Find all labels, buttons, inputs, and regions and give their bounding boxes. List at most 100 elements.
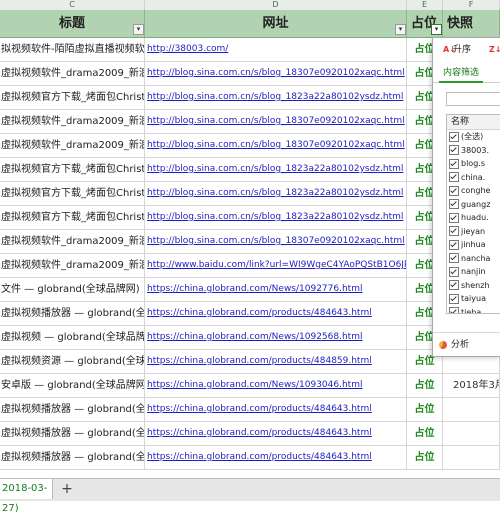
url-cell[interactable]: http://blog.sina.com.cn/s/blog_18307e092… [145, 110, 407, 133]
checkbox-checked-icon[interactable] [449, 307, 459, 313]
filter-list-item[interactable]: blog.s [447, 157, 500, 171]
column-letter-c[interactable]: C [0, 0, 145, 10]
title-cell[interactable]: 虚拟视频软件_drama2009_新浪博客 [0, 110, 145, 133]
filter-list-item[interactable]: conghe [447, 184, 500, 198]
title-cell[interactable]: 虚拟视频软件_drama2009_新浪博客 [0, 230, 145, 253]
filter-item-label: guangz [461, 199, 491, 209]
url-cell[interactable]: https://china.globrand.com/News/1092776.… [145, 278, 407, 301]
table-row: 虚拟视频资源 — globrand(全球品牌网)https://china.gl… [0, 350, 500, 374]
column-letter-d[interactable]: D [145, 0, 407, 10]
analyze-label: 分析 [451, 340, 470, 350]
checkbox-checked-icon[interactable] [449, 158, 459, 169]
title-cell[interactable]: 虚拟视频软件_drama2009_新浪博客 [0, 254, 145, 277]
filter-list-item[interactable]: 38003. [447, 144, 500, 158]
url-cell[interactable]: http://38003.com/ [145, 38, 407, 61]
sort-descending-button[interactable]: Z↓ [489, 42, 500, 58]
title-cell[interactable]: 虚拟视频官方下载_烤面包Christ2018 [0, 86, 145, 109]
filter-dropdown-button-url[interactable]: ▾ [395, 24, 406, 35]
header-occupied: 占位 ▾ [407, 10, 443, 37]
title-cell[interactable]: 虚拟视频播放器 — globrand(全球品牌网) [0, 302, 145, 325]
title-cell[interactable]: 虚拟视频官方下载_烤面包Christ2018 [0, 206, 145, 229]
checkbox-checked-icon[interactable] [449, 239, 459, 250]
snapshot-cell[interactable]: 2018年3月 [443, 374, 500, 397]
filter-list-item[interactable]: nancha [447, 252, 500, 266]
checkbox-checked-icon[interactable] [449, 293, 459, 304]
filter-list-item[interactable]: shenzh [447, 279, 500, 293]
filter-item-label: shenzh [461, 280, 490, 290]
url-cell[interactable]: https://china.globrand.com/products/4848… [145, 350, 407, 373]
url-cell[interactable]: http://blog.sina.com.cn/s/blog_1823a22a8… [145, 158, 407, 181]
filter-list-item[interactable]: guangz [447, 198, 500, 212]
title-cell[interactable]: 拟视频软件-陌陌虚拟直播视频软件-陌 [0, 38, 145, 61]
filter-search-input[interactable] [446, 92, 500, 106]
header-row: 标题 ▾ 网址 ▾ 占位 ▾ 快照 [0, 10, 500, 38]
url-cell[interactable]: https://china.globrand.com/products/4846… [145, 302, 407, 325]
title-cell[interactable]: 虚拟视频官方下载_烤面包Christ2018 [0, 182, 145, 205]
filter-list-item[interactable]: (全选) [447, 130, 500, 144]
url-cell[interactable]: http://blog.sina.com.cn/s/blog_1823a22a8… [145, 182, 407, 205]
filter-list-item[interactable]: china. [447, 171, 500, 185]
checkbox-checked-icon[interactable] [449, 212, 459, 223]
url-cell[interactable]: http://blog.sina.com.cn/s/blog_18307e092… [145, 134, 407, 157]
title-cell[interactable]: 虚拟视频软件_drama2009_新浪博客 [0, 62, 145, 85]
url-cell[interactable]: https://china.globrand.com/products/4846… [145, 398, 407, 421]
checkbox-checked-icon[interactable] [449, 172, 459, 182]
pie-chart-icon [439, 340, 447, 349]
url-cell[interactable]: http://blog.sina.com.cn/s/blog_18307e092… [145, 230, 407, 253]
checkbox-checked-icon[interactable] [449, 145, 459, 155]
title-cell[interactable]: 虚拟视频播放器 — globrand(全球品牌网) [0, 446, 145, 469]
filter-item-label: blog.s [461, 159, 485, 168]
occupied-cell[interactable]: 占位 [407, 446, 443, 469]
sheet-tab-current[interactable]: 2018-03-27) [0, 479, 53, 514]
checkbox-checked-icon[interactable] [449, 280, 459, 290]
url-cell[interactable]: https://china.globrand.com/products/4846… [145, 446, 407, 469]
url-cell[interactable]: http://www.baidu.com/link?url=WI9WgeC4YA… [145, 254, 407, 277]
occupied-cell[interactable]: 占位 [407, 422, 443, 445]
analyze-button[interactable]: 分析 [439, 338, 469, 352]
checkbox-checked-icon[interactable] [449, 185, 459, 196]
snapshot-cell[interactable] [443, 422, 500, 445]
column-letter-f[interactable]: F [443, 0, 500, 10]
filter-list-item[interactable]: huadu. [447, 211, 500, 225]
snapshot-cell[interactable] [443, 446, 500, 469]
checkbox-checked-icon[interactable] [449, 199, 459, 209]
url-cell[interactable]: http://blog.sina.com.cn/s/blog_18307e092… [145, 62, 407, 85]
checkbox-checked-icon[interactable] [449, 253, 459, 263]
filter-dropdown-button-occupied-active[interactable]: ▾ [431, 24, 442, 35]
checkbox-checked-icon[interactable] [449, 226, 459, 236]
sort-ascending-icon: A↓ [443, 44, 456, 54]
title-cell[interactable]: 虚拟视频软件_drama2009_新浪博客 [0, 134, 145, 157]
filter-list-item[interactable]: jinhua [447, 238, 500, 252]
header-snapshot-label: 快照 [447, 16, 474, 31]
url-cell[interactable]: https://china.globrand.com/News/1092568.… [145, 326, 407, 349]
filter-dropdown-button-title[interactable]: ▾ [133, 24, 144, 35]
title-cell[interactable]: 文件 — globrand(全球品牌网) [0, 278, 145, 301]
title-cell[interactable]: 虚拟视频播放器 — globrand(全球品牌网) [0, 398, 145, 421]
filter-list-item[interactable]: jieyan [447, 225, 500, 239]
checkbox-checked-icon[interactable] [449, 266, 459, 277]
url-cell[interactable]: https://china.globrand.com/News/1093046.… [145, 374, 407, 397]
url-cell[interactable]: http://blog.sina.com.cn/s/blog_1823a22a8… [145, 206, 407, 229]
snapshot-cell[interactable] [443, 398, 500, 421]
filter-list-item[interactable]: nanjin [447, 265, 500, 279]
title-cell[interactable]: 虚拟视频资源 — globrand(全球品牌网) [0, 350, 145, 373]
filter-item-label: tieba. [461, 307, 484, 314]
title-cell[interactable]: 虚拟视频 — globrand(全球品牌网) [0, 326, 145, 349]
tab-content-filter[interactable]: 内容筛选 [439, 66, 484, 83]
url-cell[interactable]: http://blog.sina.com.cn/s/blog_1823a22a8… [145, 86, 407, 109]
title-cell[interactable]: 安卓版 — globrand(全球品牌网) [0, 374, 145, 397]
url-cell[interactable]: https://china.globrand.com/products/4846… [145, 422, 407, 445]
checkbox-checked-icon[interactable] [449, 131, 459, 142]
filter-list-item[interactable]: taiyua [447, 292, 500, 306]
column-letter-e[interactable]: E [407, 0, 443, 10]
filter-value-list[interactable]: 名称 (全选) 38003. blog.s china. conghe guangz hua… [446, 114, 500, 314]
title-cell[interactable]: 虚拟视频官方下载_烤面包Christ2018 [0, 158, 145, 181]
add-sheet-button[interactable]: + [60, 481, 74, 497]
table-row: 虚拟视频软件_drama2009_新浪博客http://www.baidu.co… [0, 254, 500, 278]
title-cell[interactable]: 虚拟视频播放器 — globrand(全球品牌网) [0, 422, 145, 445]
filter-list-item[interactable]: tieba. [447, 306, 500, 314]
occupied-cell[interactable]: 占位 [407, 374, 443, 397]
table-row: 虚拟视频官方下载_烤面包Christ2018http://blog.sina.c… [0, 206, 500, 230]
sort-ascending-button[interactable]: A↓升序 [443, 42, 471, 58]
occupied-cell[interactable]: 占位 [407, 398, 443, 421]
